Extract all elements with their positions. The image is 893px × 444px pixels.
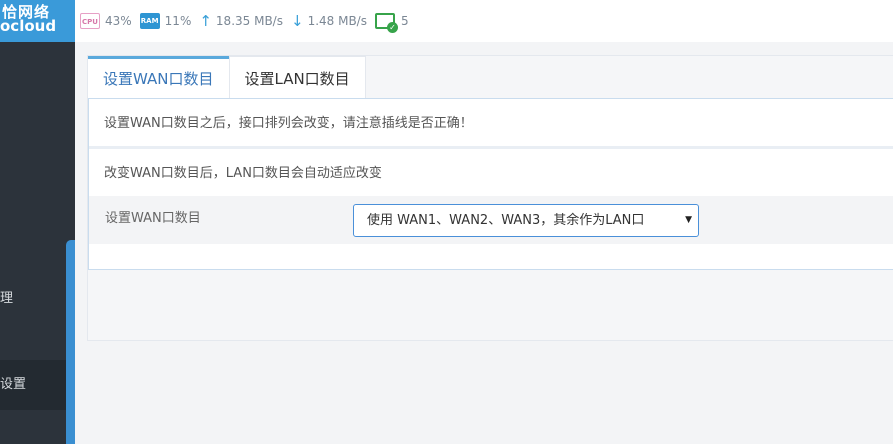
tab-bar: 设置WAN口数目 设置LAN口数目: [88, 56, 366, 98]
online-devices[interactable]: 5: [374, 13, 409, 33]
brand-logo[interactable]: 恰网络 ocloud: [0, 0, 75, 42]
sidebar-item-label: 理: [0, 291, 14, 306]
download-arrow-icon: ↓: [290, 11, 304, 30]
devices-count: 5: [400, 14, 409, 28]
wan-count-label: 设置WAN口数目: [105, 211, 201, 226]
cpu-usage: CPU 43%: [80, 13, 132, 29]
sidebar-item-settings[interactable]: 设置: [0, 360, 66, 410]
sidebar-item-manage[interactable]: 理: [0, 282, 66, 316]
ram-value: 11%: [164, 14, 192, 28]
cpu-icon: CPU: [80, 13, 100, 29]
tab-set-lan-count[interactable]: 设置LAN口数目: [228, 56, 366, 98]
download-speed: ↓ 1.48 MB/s: [290, 11, 367, 30]
settings-card: 设置WAN口数目之后，接口排列会改变，请注意插线是否正确！ 改变WAN口数目后，…: [88, 98, 893, 270]
wan-count-select[interactable]: 使用 WAN1、WAN2、WAN3，其余作为LAN口 ▼: [353, 204, 699, 237]
status-bar: CPU 43% RAM 11% ↑ 18.35 MB/s ↓ 1.48 MB/s…: [75, 0, 893, 42]
hint-text: 改变WAN口数目后，LAN口数目会自动适应改变: [104, 166, 382, 181]
logo-text-line2: ocloud: [0, 17, 57, 35]
cpu-value: 43%: [105, 14, 132, 28]
form-row-wan-count: 设置WAN口数目 使用 WAN1、WAN2、WAN3，其余作为LAN口 ▼: [89, 196, 893, 244]
upload-speed: ↑ 18.35 MB/s: [199, 11, 283, 30]
monitor-check-icon: [374, 13, 398, 33]
upload-value: 18.35 MB/s: [215, 14, 283, 28]
sidebar-scrollbar[interactable]: [66, 240, 75, 444]
sidebar: 恰网络 ocloud 理 设置: [0, 0, 75, 444]
main-panel: 设置WAN口数目 设置LAN口数目 设置WAN口数目之后，接口排列会改变，请注意…: [87, 55, 893, 341]
ram-icon: RAM: [139, 13, 160, 29]
sidebar-item-label: 设置: [0, 377, 27, 392]
chevron-down-icon: ▼: [685, 215, 692, 225]
wan-count-selected-value: 使用 WAN1、WAN2、WAN3，其余作为LAN口: [367, 213, 645, 228]
download-value: 1.48 MB/s: [307, 14, 367, 28]
warning-notice: 设置WAN口数目之后，接口排列会改变，请注意插线是否正确！: [89, 99, 893, 149]
ram-usage: RAM 11%: [139, 13, 192, 29]
tab-set-wan-count[interactable]: 设置WAN口数目: [88, 56, 229, 98]
upload-arrow-icon: ↑: [199, 11, 212, 30]
